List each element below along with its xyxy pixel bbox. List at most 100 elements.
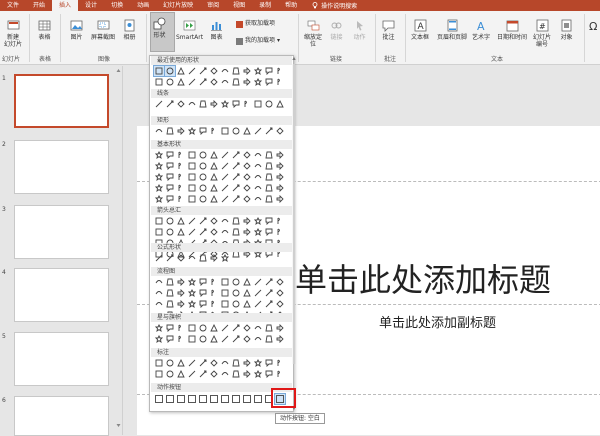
shape-option[interactable]	[187, 288, 197, 298]
shape-option[interactable]	[209, 288, 219, 298]
shape-option[interactable]	[220, 299, 230, 309]
shape-option[interactable]	[275, 277, 285, 287]
shape-option[interactable]	[231, 183, 241, 193]
shape-option[interactable]	[231, 99, 241, 109]
shape-option[interactable]	[176, 323, 186, 333]
shape-option[interactable]	[253, 150, 263, 160]
shape-option[interactable]	[242, 126, 252, 136]
shape-option[interactable]	[220, 216, 230, 226]
shape-option[interactable]	[165, 172, 175, 182]
shape-option[interactable]	[165, 358, 175, 368]
shape-option[interactable]	[220, 77, 230, 87]
shape-option[interactable]	[275, 299, 285, 309]
shape-option[interactable]	[264, 323, 274, 333]
link-button[interactable]: 链接	[330, 19, 343, 41]
shape-option[interactable]	[209, 183, 219, 193]
shape-option[interactable]	[165, 323, 175, 333]
my-addins-button[interactable]: 我的加载项 ▾	[236, 37, 280, 45]
shape-option[interactable]	[165, 126, 175, 136]
shape-option[interactable]	[275, 288, 285, 298]
shape-option[interactable]	[198, 126, 208, 136]
shape-option[interactable]	[165, 334, 175, 344]
slide-thumbnail-2[interactable]	[14, 140, 109, 194]
shape-option[interactable]	[242, 277, 252, 287]
picture-button[interactable]: 图片	[70, 19, 83, 41]
shape-option[interactable]	[231, 358, 241, 368]
shape-option[interactable]	[264, 99, 274, 109]
action-button[interactable]: 动作	[353, 19, 366, 41]
tab-file[interactable]: 文件	[0, 0, 26, 11]
shape-option[interactable]	[231, 172, 241, 182]
shape-option[interactable]	[264, 369, 274, 379]
shape-option[interactable]	[209, 277, 219, 287]
shape-option[interactable]	[154, 126, 164, 136]
photo-album-button[interactable]: 相册	[123, 19, 136, 41]
shape-option[interactable]	[209, 299, 219, 309]
tab-record[interactable]: 录制	[252, 0, 278, 11]
shape-option[interactable]	[220, 172, 230, 182]
shape-option[interactable]	[187, 150, 197, 160]
shape-option[interactable]	[154, 172, 164, 182]
shape-option[interactable]	[275, 150, 285, 160]
shape-option[interactable]	[253, 66, 263, 76]
shape-option[interactable]	[264, 194, 274, 204]
shape-option[interactable]	[187, 358, 197, 368]
shape-option[interactable]	[253, 323, 263, 333]
shape-option[interactable]	[176, 77, 186, 87]
shape-option[interactable]	[154, 299, 164, 309]
shape-option[interactable]	[165, 253, 175, 263]
shape-option[interactable]	[176, 288, 186, 298]
shape-option[interactable]	[275, 194, 285, 204]
shape-option[interactable]	[154, 369, 164, 379]
shape-option[interactable]	[264, 150, 274, 160]
shape-option[interactable]	[209, 216, 219, 226]
get-addins-button[interactable]: 获取加载项	[236, 20, 275, 28]
shape-option[interactable]	[264, 66, 274, 76]
shape-option[interactable]	[176, 369, 186, 379]
shape-option[interactable]	[209, 126, 219, 136]
shape-option[interactable]	[209, 369, 219, 379]
shape-option[interactable]	[198, 323, 208, 333]
shape-option[interactable]	[264, 334, 274, 344]
shape-option[interactable]	[275, 77, 285, 87]
tell-me-search[interactable]: 操作说明搜索	[304, 1, 357, 10]
shape-option[interactable]	[198, 227, 208, 237]
shape-option[interactable]	[154, 323, 164, 333]
title-placeholder[interactable]: 单击此处添加标题	[295, 255, 551, 301]
shape-option[interactable]	[209, 172, 219, 182]
shape-option[interactable]	[209, 77, 219, 87]
shape-option[interactable]	[231, 299, 241, 309]
action-button-shape[interactable]	[209, 394, 219, 404]
shape-option[interactable]	[231, 288, 241, 298]
shape-option[interactable]	[198, 277, 208, 287]
shape-option[interactable]	[209, 194, 219, 204]
shape-option[interactable]	[209, 358, 219, 368]
header-footer-button[interactable]: 页眉和页脚	[437, 19, 467, 41]
shape-option[interactable]	[165, 299, 175, 309]
shape-option[interactable]	[275, 227, 285, 237]
shape-option[interactable]	[198, 216, 208, 226]
shape-option[interactable]	[209, 161, 219, 171]
action-button-shape[interactable]	[253, 394, 263, 404]
shape-option[interactable]	[231, 227, 241, 237]
shape-option[interactable]	[264, 227, 274, 237]
shape-option[interactable]	[209, 66, 219, 76]
shape-option[interactable]	[187, 253, 197, 263]
shape-option[interactable]	[209, 323, 219, 333]
shape-option[interactable]	[198, 194, 208, 204]
shape-option[interactable]	[275, 369, 285, 379]
shape-option[interactable]	[242, 299, 252, 309]
tab-slideshow[interactable]: 幻灯片放映	[156, 0, 200, 11]
shape-option[interactable]	[275, 358, 285, 368]
action-button-shape[interactable]	[198, 394, 208, 404]
shape-option[interactable]	[165, 288, 175, 298]
shape-option[interactable]	[242, 183, 252, 193]
shape-option[interactable]	[275, 334, 285, 344]
shape-option[interactable]	[198, 288, 208, 298]
shape-option[interactable]	[242, 288, 252, 298]
slide-thumbnail-4[interactable]	[14, 268, 109, 322]
shape-option[interactable]	[253, 99, 263, 109]
shape-option[interactable]	[242, 358, 252, 368]
screenshot-button[interactable]: 屏幕截图	[91, 19, 115, 41]
table-button[interactable]: 表格	[38, 19, 51, 41]
